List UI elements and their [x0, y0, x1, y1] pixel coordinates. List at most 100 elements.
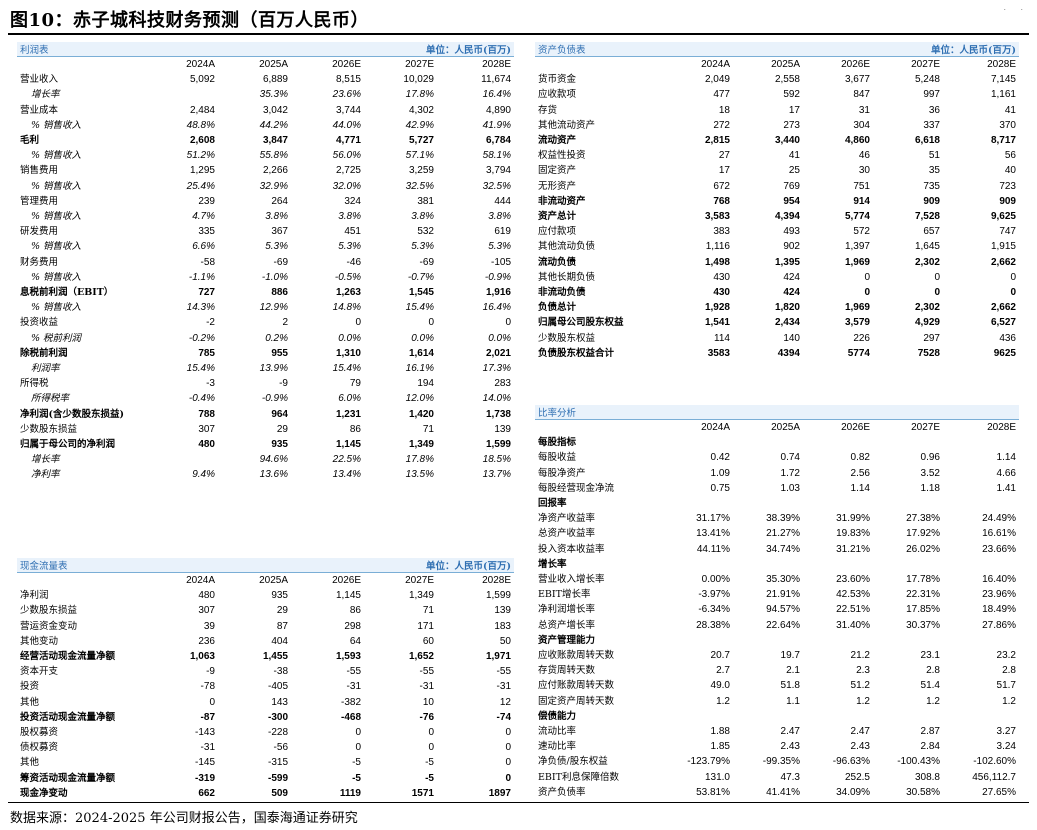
table-row: 少数股东损益 307 29 86 71 139: [17, 603, 514, 618]
table-row: 投资活动现金流量净额 -87 -300 -468 -76 -74: [17, 710, 514, 725]
ratio-table: 2024A 2025A 2026E 2027E 2028E 每股指标 每股收益 0.42 0.7…: [535, 420, 1019, 800]
cell-value: 785: [198, 347, 215, 359]
table-row: 权益性投资 27 41 46 51 56: [535, 148, 1019, 163]
table-row: 资产总计 3,583 4,394 5,774 7,528 9,625: [535, 209, 1019, 224]
cell-value: 0.0%: [338, 332, 361, 344]
cell-value: 383: [713, 226, 730, 238]
row-label: 其他: [20, 696, 40, 708]
table-row: 少数股东损益 307 29 86 71 139: [17, 422, 514, 437]
cell-value: -0.4%: [188, 393, 215, 405]
table-row: 少数股东权益 114 140 226 297 436: [535, 331, 1019, 346]
row-label: 每股净资产: [538, 467, 586, 479]
cell-value: 35.3%: [259, 89, 288, 101]
table-row: 归属母公司股东权益 1,541 2,434 3,579 4,929 6,527: [535, 315, 1019, 330]
cell-value: 307: [198, 423, 215, 435]
row-label: % 销售收入: [31, 271, 82, 283]
cell-value: 23.6%: [332, 89, 361, 101]
table-row: 营业成本 2,484 3,042 3,744 4,302 4,890: [17, 103, 514, 118]
table-row: 非流动负债 430 424 0 0 0: [535, 285, 1019, 300]
table-row: 净负债/股东权益 -123.79% -99.35% -96.63% -100.43% -1…: [535, 754, 1019, 769]
cell-value: 13.41%: [696, 528, 730, 540]
cell-value: 94.57%: [766, 604, 800, 616]
cell-value: 35.30%: [766, 574, 800, 586]
cell-value: -55: [496, 666, 511, 678]
cell-value: 26.02%: [906, 543, 940, 555]
table-row: 营运资金变动 39 87 298 171 183: [17, 619, 514, 634]
cell-value: -5: [425, 757, 434, 769]
cell-value: -599: [267, 772, 288, 784]
cell-value: 3.8%: [265, 211, 288, 223]
cell-value: 1,395: [774, 256, 800, 268]
row-label: EBIT利息保障倍数: [538, 771, 620, 783]
table-row: 其他长期负债 430 424 0 0 0: [535, 270, 1019, 285]
cell-value: [733, 557, 803, 572]
cell-value: 0: [209, 696, 215, 708]
cell-value: 239: [198, 195, 215, 207]
table-row: 总资产增长率 28.38% 22.64% 31.40% 30.37% 27.86%: [535, 618, 1019, 633]
cell-value: 2.47: [780, 726, 800, 738]
cell-value: 23.2: [996, 650, 1016, 662]
cell-value: -69: [273, 256, 288, 268]
cell-value: 34.74%: [766, 543, 800, 555]
row-label: 资产总计: [538, 211, 577, 223]
cell-value: 307: [198, 605, 215, 617]
table-row: 所得税 -3 -9 79 194 283: [17, 376, 514, 391]
cell-value: 8,717: [990, 135, 1016, 147]
cell-value: 7528: [917, 347, 940, 359]
cell-value: 25: [788, 165, 800, 177]
cell-value: 28.38%: [696, 619, 730, 631]
row-label: % 销售收入: [31, 180, 82, 192]
cell-value: -9: [279, 378, 288, 390]
cell-value: 0.75: [710, 482, 730, 494]
cell-value: 2.8: [1002, 665, 1016, 677]
cell-value: -102.60%: [973, 756, 1016, 768]
table-row: 资本开支 -9 -38 -55 -55 -55: [17, 664, 514, 679]
cell-value: 12.9%: [259, 302, 288, 314]
year-header: 2025A: [771, 422, 800, 433]
cell-value: 25.4%: [186, 180, 215, 192]
cell-value: 47.3: [780, 771, 800, 783]
cell-value: -58: [200, 256, 215, 268]
cell-value: 997: [923, 89, 940, 101]
table-row: 流动负债 1,498 1,395 1,969 2,302 2,662: [535, 255, 1019, 270]
cell-value: [943, 557, 1019, 572]
row-label: 销售费用: [20, 165, 59, 177]
table-row: 每股收益 0.42 0.74 0.82 0.96 1.14: [535, 450, 1019, 465]
cashflow-table: 2024A 2025A 2026E 2027E 2028E 净利润 480 935 1,145 1…: [17, 573, 514, 801]
cell-value: 1.41: [996, 482, 1016, 494]
cell-value: 5,727: [408, 135, 434, 147]
cell-value: 572: [853, 226, 870, 238]
cell-value: 3.8%: [338, 211, 361, 223]
cashflow-panel-header: 现金流量表 单位：人民币(百万): [17, 558, 514, 573]
table-row: 增长率 94.6% 22.5% 17.8% 18.5%: [17, 452, 514, 467]
cell-value: 14.3%: [186, 302, 215, 314]
row-label: 总资产增长率: [538, 619, 596, 631]
cell-value: -0.7%: [407, 271, 434, 283]
table-row: 货币资金 2,049 2,558 3,677 5,248 7,145: [535, 72, 1019, 87]
cell-value: 6,618: [914, 135, 940, 147]
cell-value: 34.09%: [836, 786, 870, 798]
cell-value: 1.18: [920, 482, 940, 494]
row-label: 其他: [20, 757, 40, 769]
table-row: 存货周转天数 2.7 2.1 2.3 2.8 2.8: [535, 663, 1019, 678]
cell-value: 297: [923, 332, 940, 344]
cell-value: 1.2: [856, 695, 870, 707]
cell-value: 592: [783, 89, 800, 101]
cell-value: -87: [200, 711, 215, 723]
table-row: 应付款项 383 493 572 657 747: [535, 224, 1019, 239]
row-label: 增长率: [31, 454, 60, 466]
year-header: 2024A: [701, 59, 730, 70]
cell-value: 1.2: [926, 695, 940, 707]
cell-value: 19.7: [780, 650, 800, 662]
cell-value: -78: [200, 681, 215, 693]
cell-value: 51.4: [920, 680, 940, 692]
row-label: 其他长期负债: [538, 271, 596, 283]
row-label: 经营活动现金流量净额: [20, 651, 116, 663]
row-label: 净负债/股东权益: [538, 756, 608, 768]
cell-value: 337: [923, 119, 940, 131]
cell-value: -105: [490, 256, 511, 268]
cell-value: 0.0%: [411, 332, 434, 344]
cell-value: -100.43%: [897, 756, 940, 768]
cell-value: 2.43: [850, 741, 870, 753]
cell-value: -56: [273, 742, 288, 754]
